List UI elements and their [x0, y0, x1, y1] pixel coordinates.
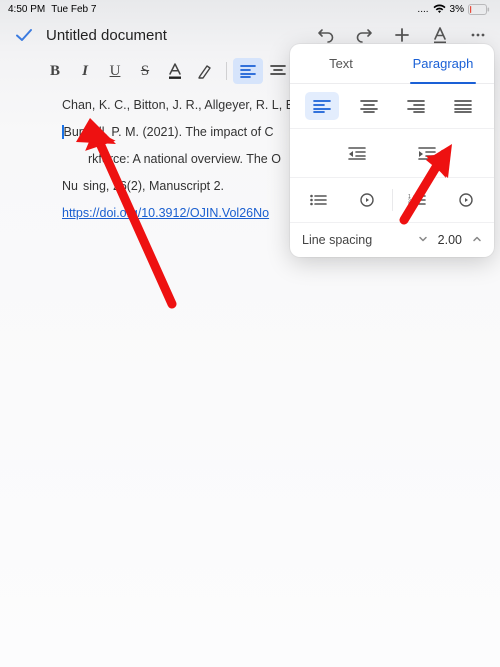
align-center-toolbar-button[interactable] — [263, 58, 293, 84]
ios-status-bar: 4:50 PM Tue Feb 7 .... 3% — [0, 0, 500, 16]
align-left-toolbar-button[interactable] — [233, 58, 263, 84]
numbered-list-group: 123 — [393, 186, 491, 214]
increase-indent-button[interactable] — [410, 139, 444, 167]
line-spacing-value: 2.00 — [438, 233, 462, 247]
text-color-button[interactable] — [160, 58, 190, 84]
tab-text[interactable]: Text — [290, 44, 392, 83]
status-left: 4:50 PM Tue Feb 7 — [8, 4, 96, 15]
bold-button[interactable]: B — [40, 58, 70, 84]
redo-button[interactable] — [354, 25, 374, 45]
indent-row — [290, 129, 494, 178]
numbered-list-button[interactable]: 123 — [400, 186, 434, 214]
italic-button[interactable]: I — [70, 58, 100, 84]
battery-icon — [468, 4, 490, 15]
bullet-list-group — [294, 186, 392, 214]
list-row: 123 — [290, 178, 494, 223]
paragraph-panel: Text Paragraph — [290, 44, 494, 257]
wifi-icon — [433, 4, 446, 14]
insert-button[interactable] — [392, 25, 412, 45]
doc-line-4b: sing, 26(2), Manuscript 2. — [78, 179, 224, 193]
underline-button[interactable]: U — [100, 58, 130, 84]
bulleted-list-button[interactable] — [301, 186, 335, 214]
chevron-down-icon[interactable] — [418, 233, 428, 247]
status-time: 4:50 PM — [8, 4, 45, 15]
line-spacing-row[interactable]: Line spacing 2.00 — [290, 223, 494, 257]
status-date: Tue Feb 7 — [51, 4, 96, 15]
svg-text:3: 3 — [408, 203, 411, 207]
more-button[interactable] — [468, 25, 488, 45]
doi-link[interactable]: https://doi.org/10.3912/OJIN.Vol26No — [62, 206, 269, 220]
tab-paragraph[interactable]: Paragraph — [392, 44, 494, 83]
align-left-button[interactable] — [305, 92, 339, 120]
doc-line-4a: Nu — [62, 179, 78, 193]
align-center-button[interactable] — [352, 92, 386, 120]
chevron-up-icon[interactable] — [472, 233, 482, 247]
line-spacing-label: Line spacing — [302, 233, 372, 247]
align-right-button[interactable] — [399, 92, 433, 120]
format-button[interactable] — [430, 25, 450, 45]
alignment-row — [290, 84, 494, 129]
text-cursor — [62, 125, 64, 139]
done-button[interactable] — [12, 23, 36, 47]
line-spacing-controls: 2.00 — [418, 233, 482, 247]
decrease-indent-button[interactable] — [340, 139, 374, 167]
doc-line-3-text: rkforce: A national overview. The O — [88, 152, 281, 166]
numbered-list-options-button[interactable] — [449, 186, 483, 214]
align-justify-button[interactable] — [446, 92, 480, 120]
battery-percent: 3% — [450, 4, 464, 15]
strike-button[interactable]: S — [130, 58, 160, 84]
bulleted-list-options-button[interactable] — [350, 186, 384, 214]
undo-button[interactable] — [316, 25, 336, 45]
header-actions — [316, 25, 488, 45]
status-right: .... 3% — [417, 4, 490, 15]
panel-tabs: Text Paragraph — [290, 44, 494, 84]
toolbar-divider — [226, 62, 227, 80]
signal-dots: .... — [417, 4, 428, 15]
document-title[interactable]: Untitled document — [46, 27, 316, 44]
doc-line-2-text: Burwell, P. M. (2021). The impact of C — [64, 125, 274, 139]
highlight-button[interactable] — [190, 58, 220, 84]
